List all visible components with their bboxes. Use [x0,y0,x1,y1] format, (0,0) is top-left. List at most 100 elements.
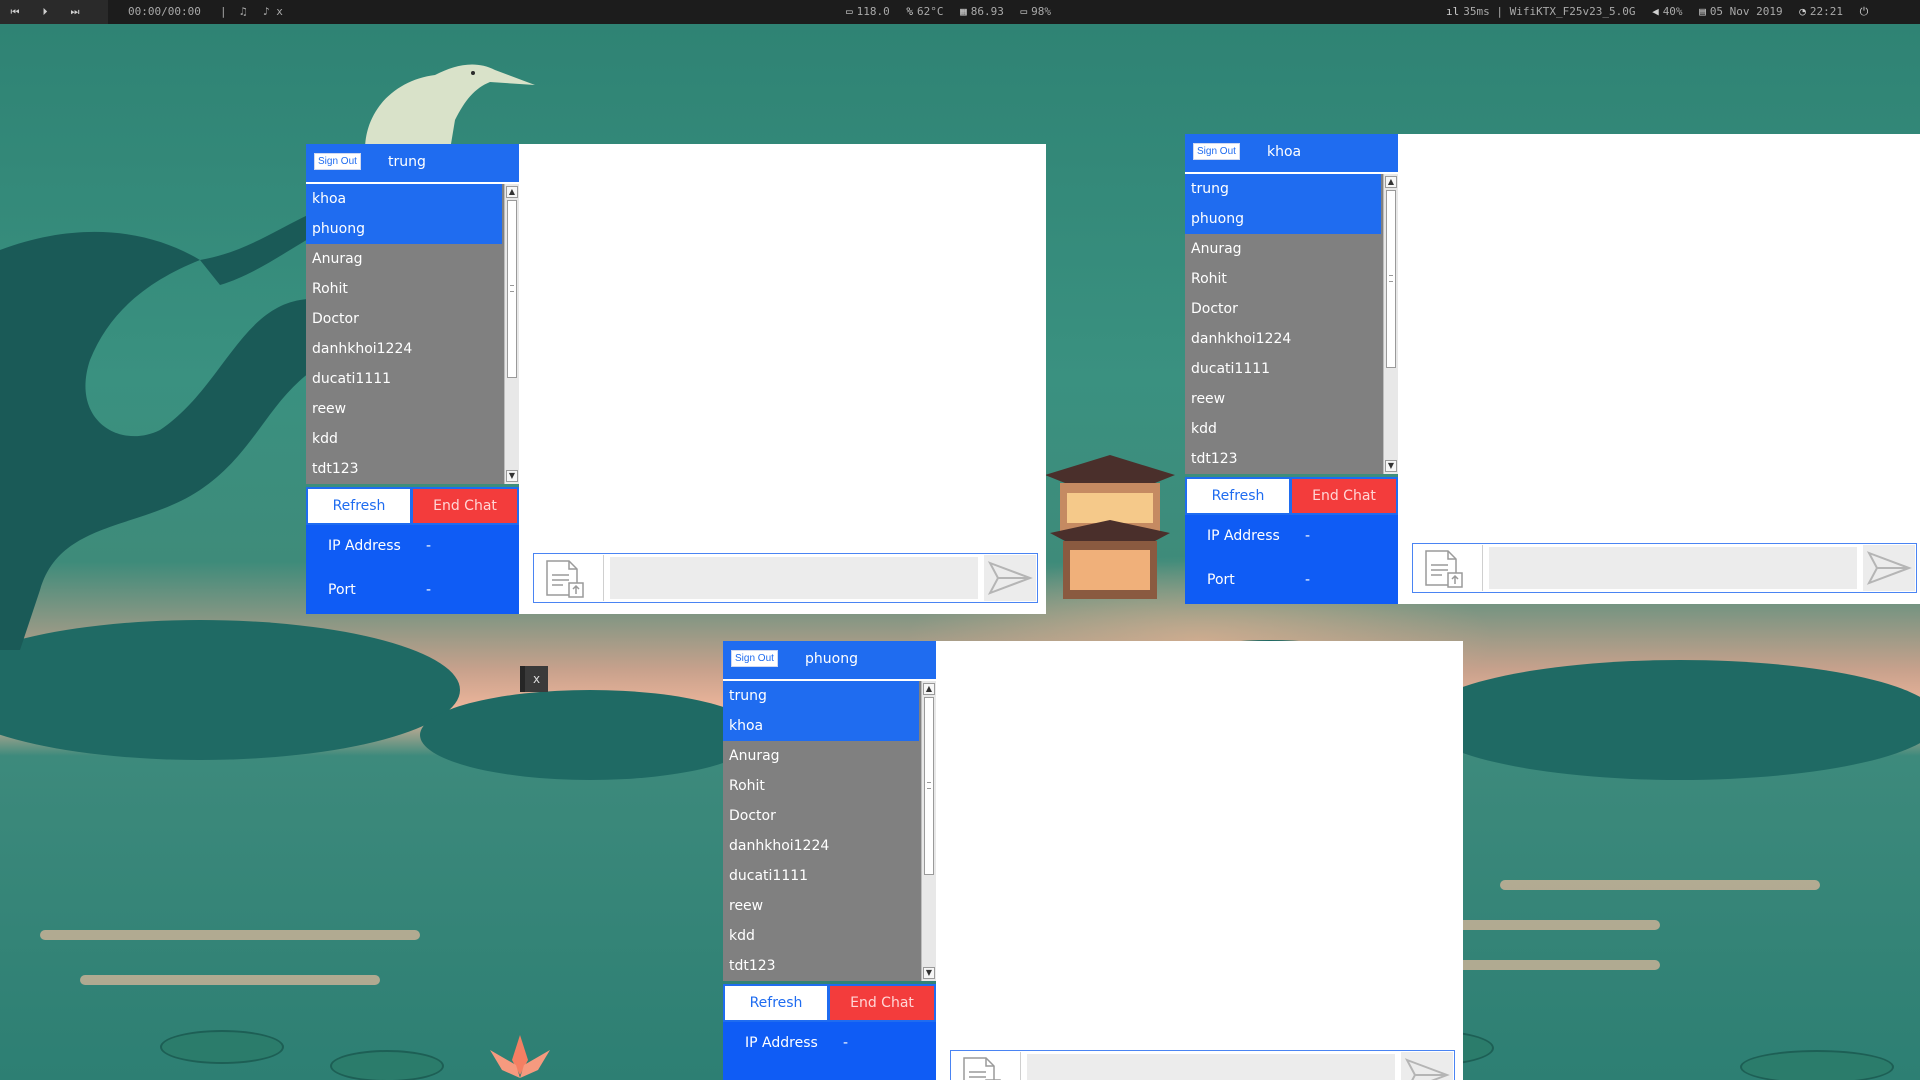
send-button[interactable] [1863,545,1915,591]
port-label: Port [1207,572,1235,588]
user-list-item[interactable]: reew [306,394,502,424]
attach-file-button[interactable] [535,555,604,601]
user-list-item[interactable]: ducati1111 [306,364,502,394]
user-list-item[interactable]: ducati1111 [723,861,919,891]
scroll-down-arrow-icon[interactable]: ▼ [1385,460,1397,472]
user-list-item[interactable]: Doctor [723,801,919,831]
end-chat-button[interactable]: End Chat [413,489,517,523]
action-buttons: Refresh End Chat [1185,477,1398,515]
music-note-icon: ♫ [240,5,247,18]
chat-message-area [936,641,1463,1080]
desktop-widget-close-button[interactable]: x [520,666,548,692]
scrollbar-thumb[interactable] [924,697,934,875]
message-input[interactable] [1027,1054,1395,1080]
sign-out-button[interactable]: Sign Out [1193,143,1240,160]
temperature-value: 62°C [917,5,944,18]
user-list-scrollbar[interactable]: ▲ ▼ [921,681,936,981]
user-list-item[interactable]: Anurag [1185,234,1381,264]
wallpaper-heron [365,64,535,150]
scroll-down-arrow-icon[interactable]: ▼ [923,967,935,979]
user-list-item[interactable]: danhkhoi1224 [1185,324,1381,354]
user-list-item[interactable]: khoa [306,184,502,214]
attach-file-icon [546,560,584,598]
battery-value: 98% [1031,5,1051,18]
send-icon [1866,551,1912,585]
message-input[interactable] [1489,547,1857,589]
monitor-icon: ▭ [846,5,853,18]
end-chat-button[interactable]: End Chat [1292,479,1396,513]
date-value: 05 Nov 2019 [1709,5,1783,18]
ip-address-label: IP Address [328,538,401,554]
chat-window-trung: Sign Out trung khoa phuong Anurag Rohit Doct… [306,144,1046,614]
scrollbar-thumb[interactable] [507,200,517,378]
user-list-item[interactable]: tdt123 [1185,444,1381,474]
user-list-scrollbar[interactable]: ▲ ▼ [1383,174,1398,474]
user-list-item[interactable]: phuong [1185,204,1381,234]
time-value: 22:21 [1809,5,1844,18]
user-list-item[interactable]: Doctor [306,304,502,334]
temperature-icon: % [906,5,913,18]
attach-file-icon [963,1057,1001,1080]
ip-address-value: - [426,538,432,554]
ip-address-label: IP Address [1207,528,1280,544]
user-list-scrollbar[interactable]: ▲ ▼ [504,184,519,484]
action-buttons: Refresh End Chat [306,487,519,525]
user-list-item[interactable]: Anurag [306,244,502,274]
user-list-item[interactable]: Rohit [306,274,502,304]
current-username: khoa [1267,144,1302,160]
top-status-bar: ⏮ ⏵ ⏭ 00:00/00:00 | ♫ ♪ x ▭ 118.0 % 62°C ▦ 86… [0,0,1920,24]
attach-file-button[interactable] [1414,545,1483,591]
refresh-button[interactable]: Refresh [308,489,410,523]
volume-icon[interactable]: ◀ [1652,0,1659,24]
ip-address-value: - [1305,528,1311,544]
user-list-item[interactable]: reew [723,891,919,921]
power-icon[interactable]: ⏻ [1860,0,1869,24]
wallpaper-water-reflection [40,930,420,940]
user-list-item[interactable]: kdd [1185,414,1381,444]
send-icon [1404,1058,1450,1080]
send-button[interactable] [984,555,1036,601]
network-info: IP Address - Port - [1185,515,1398,604]
previous-track-icon[interactable]: ⏮ [0,1,30,25]
attach-file-button[interactable] [952,1052,1021,1080]
user-list-item[interactable]: Rohit [1185,264,1381,294]
user-list-item[interactable]: Rohit [723,771,919,801]
user-list-item[interactable]: tdt123 [306,454,502,484]
user-list[interactable]: trung phuong Anurag Rohit Doctor danhkhoi1224… [1185,174,1398,474]
sign-out-button[interactable]: Sign Out [731,650,778,667]
play-icon[interactable]: ⏵ [30,1,60,25]
port-label: Port [328,582,356,598]
user-list[interactable]: trung khoa Anurag Rohit Doctor danhkhoi1224 du… [723,681,936,981]
sign-out-button[interactable]: Sign Out [314,153,361,170]
user-list-item[interactable]: kdd [723,921,919,951]
send-button[interactable] [1401,1052,1453,1080]
user-list-item[interactable]: Doctor [1185,294,1381,324]
user-list-item[interactable]: Anurag [723,741,919,771]
user-list-item[interactable]: tdt123 [723,951,919,981]
user-list-item[interactable]: danhkhoi1224 [306,334,502,364]
scroll-up-arrow-icon[interactable]: ▲ [1385,176,1397,188]
scroll-up-arrow-icon[interactable]: ▲ [506,186,518,198]
wallpaper-lily-pad [330,1050,444,1080]
message-input[interactable] [610,557,978,599]
user-list-item[interactable]: trung [1185,174,1381,204]
separator: | [220,5,227,18]
user-list-item[interactable]: reew [1185,384,1381,414]
music-status: ♪ x [263,5,283,18]
wallpaper-water-reflection [80,975,380,985]
user-list-item[interactable]: trung [723,681,919,711]
refresh-button[interactable]: Refresh [1187,479,1289,513]
refresh-button[interactable]: Refresh [725,986,827,1020]
user-list-item[interactable]: ducati1111 [1185,354,1381,384]
sidebar-header: Sign Out khoa [1185,134,1398,174]
end-chat-button[interactable]: End Chat [830,986,934,1020]
scrollbar-thumb[interactable] [1386,190,1396,368]
user-list-item[interactable]: danhkhoi1224 [723,831,919,861]
user-list[interactable]: khoa phuong Anurag Rohit Doctor danhkhoi1224 d… [306,184,519,484]
user-list-item[interactable]: kdd [306,424,502,454]
scroll-down-arrow-icon[interactable]: ▼ [506,470,518,482]
scroll-up-arrow-icon[interactable]: ▲ [923,683,935,695]
user-list-item[interactable]: khoa [723,711,919,741]
next-track-icon[interactable]: ⏭ [60,1,90,25]
user-list-item[interactable]: phuong [306,214,502,244]
